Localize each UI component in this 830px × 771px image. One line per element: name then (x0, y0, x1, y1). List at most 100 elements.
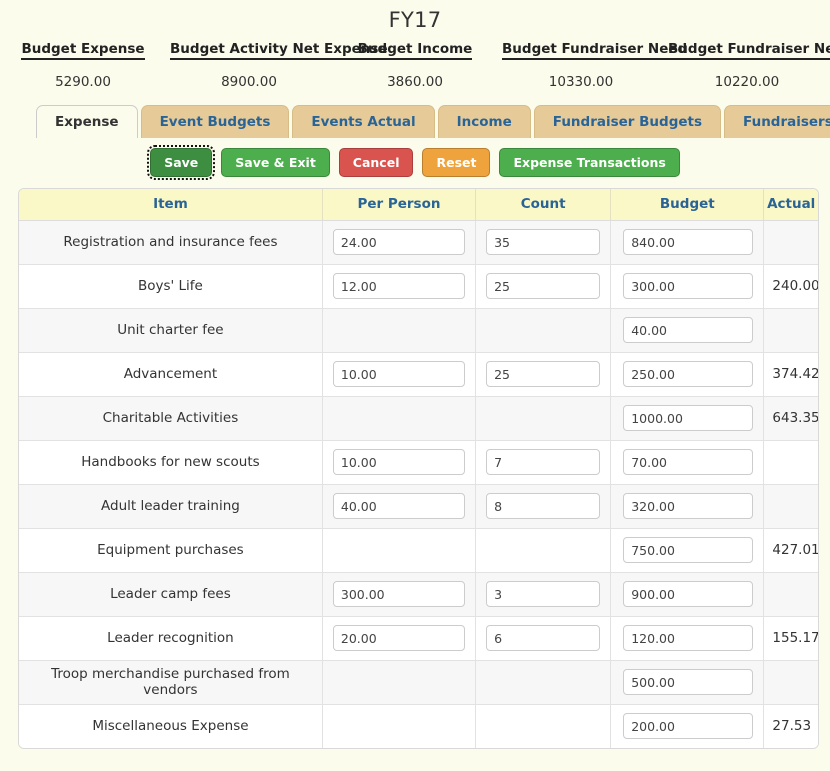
expense-table: Item Per Person Count Budget Actual Regi… (19, 189, 818, 748)
budget-cell (610, 440, 765, 485)
table-row: Leader recognition 155.17 (19, 616, 818, 661)
budget-summary: Budget Expense Budget Activity Net Expen… (0, 41, 830, 90)
table-row: Adult leader training (19, 484, 818, 529)
per-person-input[interactable] (332, 361, 466, 387)
count-cell (475, 220, 612, 265)
per-person-input[interactable] (332, 625, 466, 651)
budget-input[interactable] (623, 713, 754, 740)
item-label: Leader camp fees (19, 572, 323, 617)
actual-value: 374.42 (763, 352, 818, 397)
per-person-input[interactable] (332, 493, 466, 519)
per-person-input[interactable] (332, 229, 466, 255)
table-row: Registration and insurance fees (19, 220, 818, 265)
actual-value: 643.35 (763, 396, 818, 441)
table-row: Handbooks for new scouts (19, 440, 818, 485)
count-input[interactable] (486, 361, 601, 387)
item-label: Adult leader training (19, 484, 323, 529)
budget-input[interactable] (623, 229, 754, 255)
budget-input[interactable] (623, 625, 754, 651)
count-cell (475, 616, 612, 661)
table-row: Leader camp fees (19, 572, 818, 617)
per-person-input[interactable] (332, 449, 466, 475)
summary-header-row: Budget Expense Budget Activity Net Expen… (0, 41, 830, 61)
budget-input[interactable] (623, 581, 754, 607)
actual-value (763, 660, 818, 705)
actual-value (763, 220, 818, 265)
budget-input[interactable] (623, 317, 754, 343)
tab-expense[interactable]: Expense (36, 105, 138, 138)
summary-header-budget-fundraiser-net-income: Budget Fundraiser Net Income (664, 41, 830, 61)
count-input[interactable] (486, 273, 601, 299)
count-cell (475, 440, 612, 485)
actual-value: 240.00 (763, 264, 818, 309)
item-label: Leader recognition (19, 616, 323, 661)
budget-cell (610, 660, 765, 705)
actual-value (763, 308, 818, 353)
summary-header-budget-income: Budget Income (332, 41, 498, 61)
per-person-cell (322, 572, 477, 617)
actual-value: 155.17 (763, 616, 818, 661)
cancel-button[interactable]: Cancel (338, 147, 414, 177)
per-person-input[interactable] (332, 273, 466, 299)
per-person-cell (322, 352, 477, 397)
count-input[interactable] (486, 625, 601, 651)
save-and-exit-button[interactable]: Save & Exit (221, 147, 330, 177)
actual-value: 27.53 (763, 704, 818, 748)
table-row: Boys' Life 240.00 (19, 264, 818, 309)
count-cell (475, 396, 612, 441)
summary-header-label: Budget Fundraiser Net Income (668, 41, 830, 60)
table-row: Charitable Activities 643.35 (19, 396, 818, 441)
tab-events-actual[interactable]: Events Actual (292, 105, 435, 138)
budget-cell (610, 352, 765, 397)
item-label: Equipment purchases (19, 528, 323, 573)
item-label: Miscellaneous Expense (19, 704, 323, 748)
summary-header-budget-fundraiser-need: Budget Fundraiser Need (498, 41, 688, 61)
per-person-cell (322, 308, 477, 353)
tab-income[interactable]: Income (437, 105, 531, 138)
summary-value-budget-activity-net-expense: 8900.00 (221, 74, 277, 90)
count-input[interactable] (486, 449, 601, 475)
reset-button[interactable]: Reset (422, 147, 491, 177)
budget-input[interactable] (623, 273, 754, 299)
budget-cell (610, 572, 765, 617)
budget-input[interactable] (623, 449, 754, 475)
tab-bar: Expense Event Budgets Events Actual Inco… (0, 104, 830, 138)
count-cell (475, 484, 612, 529)
actual-value: 427.01 (763, 528, 818, 573)
per-person-cell (322, 616, 477, 661)
item-label: Registration and insurance fees (19, 220, 323, 265)
column-header-budget: Budget (610, 189, 765, 221)
summary-header-budget-activity-net-expense: Budget Activity Net Expense (166, 41, 388, 61)
tab-event-budgets[interactable]: Event Budgets (140, 105, 290, 138)
count-input[interactable] (486, 581, 601, 607)
item-label: Unit charter fee (19, 308, 323, 353)
save-button[interactable]: Save (147, 144, 216, 180)
table-row: Unit charter fee (19, 308, 818, 353)
budget-cell (610, 616, 765, 661)
summary-header-label: Budget Income (357, 41, 473, 60)
budget-cell (610, 484, 765, 529)
summary-value-row: 5290.00 8900.00 3860.00 10330.00 10220.0… (0, 61, 830, 90)
budget-input[interactable] (623, 405, 754, 431)
count-cell (475, 572, 612, 617)
summary-header-budget-expense: Budget Expense (0, 41, 166, 61)
expense-transactions-button[interactable]: Expense Transactions (499, 147, 680, 177)
summary-header-label: Budget Fundraiser Need (502, 41, 688, 60)
budget-input[interactable] (623, 493, 754, 519)
actual-value (763, 484, 818, 529)
count-input[interactable] (486, 229, 601, 255)
budget-input[interactable] (623, 361, 754, 387)
page-title: FY17 (388, 8, 442, 32)
item-label: Charitable Activities (19, 396, 323, 441)
table-header-row: Item Per Person Count Budget Actual (19, 189, 818, 221)
summary-value-budget-expense: 5290.00 (55, 74, 111, 90)
actual-value (763, 572, 818, 617)
per-person-input[interactable] (332, 581, 466, 607)
tab-fundraisers-actual[interactable]: Fundraisers Actual (724, 105, 830, 138)
tab-fundraiser-budgets[interactable]: Fundraiser Budgets (533, 105, 722, 138)
count-input[interactable] (486, 493, 601, 519)
count-cell (475, 352, 612, 397)
budget-input[interactable] (623, 669, 754, 695)
budget-input[interactable] (623, 537, 754, 563)
budget-cell (610, 264, 765, 309)
